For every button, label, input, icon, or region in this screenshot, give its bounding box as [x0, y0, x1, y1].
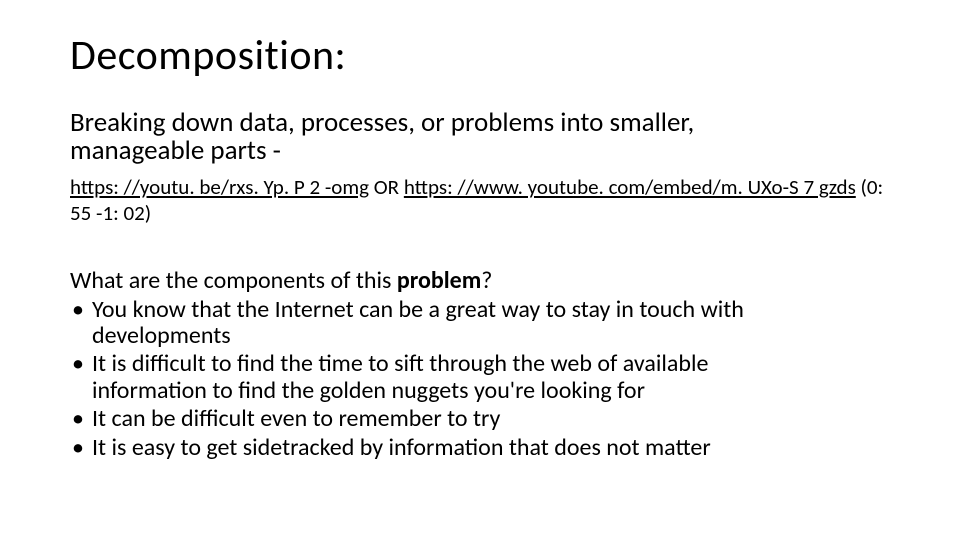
slide-title: Decomposition: [70, 30, 895, 81]
bullet-text-cont: information to find the golden nuggets y… [92, 376, 645, 405]
question-prefix: What are the components of this [70, 266, 397, 295]
question-suffix: ? [481, 266, 492, 295]
bullet-text: It is difficult to find the time to sift… [92, 349, 708, 378]
reference-links: https: //youtu. be/rxs. Yp. P 2 -omg OR … [70, 174, 895, 226]
bullet-list: You know that the Internet can be a grea… [70, 297, 895, 461]
bullet-text: You know that the Internet can be a grea… [92, 295, 744, 324]
question-bold: problem [397, 266, 481, 295]
slide: Decomposition: Breaking down data, proce… [0, 0, 960, 540]
video-link-1[interactable]: https: //youtu. be/rxs. Yp. P 2 -omg [70, 174, 369, 200]
video-link-2[interactable]: https: //www. youtube. com/embed/m. UXo-… [404, 174, 856, 200]
bullet-text-cont: developments [92, 321, 231, 350]
question-text: What are the components of this problem? [70, 266, 895, 295]
slide-subtitle: Breaking down data, processes, or proble… [70, 109, 895, 166]
subtitle-line-2: manageable parts - [70, 134, 281, 167]
list-item: It is difficult to find the time to sift… [70, 351, 895, 404]
list-item: You know that the Internet can be a grea… [70, 297, 895, 350]
or-separator: OR [369, 174, 404, 200]
list-item: It can be difficult even to remember to … [70, 406, 895, 432]
bullet-text: It is easy to get sidetracked by informa… [92, 433, 711, 462]
bullet-text: It can be difficult even to remember to … [92, 404, 500, 433]
list-item: It is easy to get sidetracked by informa… [70, 435, 895, 461]
